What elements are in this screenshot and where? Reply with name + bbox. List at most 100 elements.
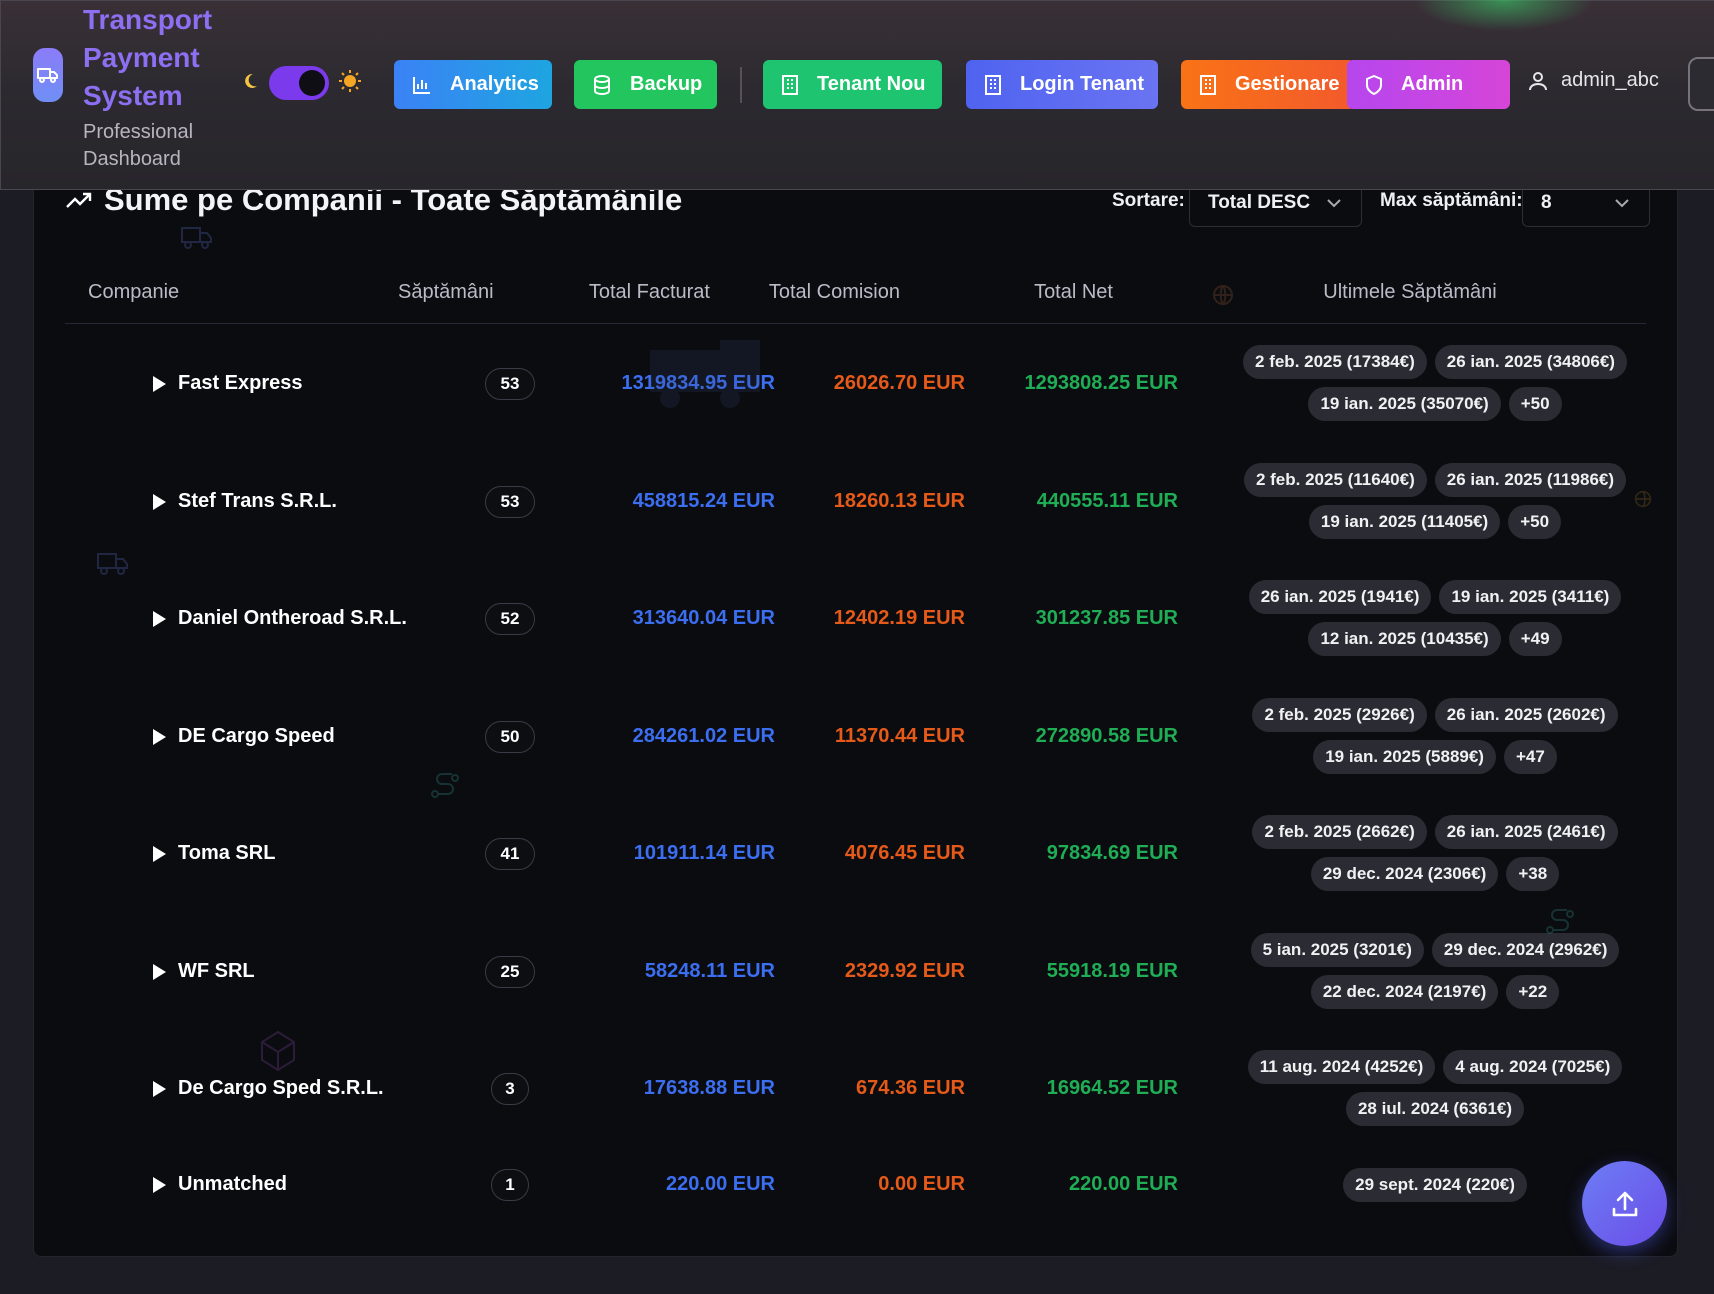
total-net: 440555.11 EUR [1036,490,1178,512]
analytics-button[interactable]: Analytics [394,60,552,109]
package-decor-icon [261,1030,295,1072]
expand-caret-icon[interactable] [153,728,166,745]
route-decor-icon [1546,909,1574,934]
col-header-weeks[interactable]: Săptămâni [398,281,494,304]
total-facturat: 220.00 EUR [666,1173,775,1195]
week-chip: 26 ian. 2025 (1941€) [1248,580,1432,614]
total-net: 97834.69 EUR [1046,842,1178,864]
total-facturat: 58248.11 EUR [644,960,775,982]
more-weeks-chip: +50 [1508,505,1562,539]
total-net: 301237.85 EUR [1035,607,1178,629]
week-chip: 26 ian. 2025 (11986€) [1434,463,1627,497]
company-cell[interactable]: Fast Express [153,372,303,395]
week-chip: 19 ian. 2025 (35070€) [1308,387,1501,421]
weeks-badge: 25 [485,956,535,988]
admin-button[interactable]: Admin [1347,60,1510,109]
brand-title-line-2: Payment [83,42,200,73]
brand-title-line-1: Transport [83,4,213,35]
total-comision: 4076.45 EUR [844,842,965,864]
company-cell[interactable]: DE Cargo Speed [153,725,335,748]
company-name: WF SRL [178,960,255,982]
weeks-badge: 1 [491,1169,529,1201]
week-chip: 12 ian. 2025 (10435€) [1308,622,1501,656]
recent-weeks-chips: 2 feb. 2025 (2662€) 26 ian. 2025 (2461€) 2… [1225,815,1645,891]
gestionare-button[interactable]: Gestionare [1181,60,1355,109]
analytics-label: Analytics [450,73,539,95]
admin-label: Admin [1401,73,1464,95]
company-cell[interactable]: Daniel Ontheroad S.R.L. [153,607,407,630]
trending-up-icon [66,192,92,208]
col-header-facturat[interactable]: Total Facturat [520,281,710,304]
weeks-badge: 53 [485,368,535,400]
total-comision: 674.36 EUR [856,1077,965,1099]
weeks-badge: 52 [485,603,535,635]
company-name: Daniel Ontheroad S.R.L. [178,607,407,629]
tenant-nou-label: Tenant Nou [817,73,926,95]
company-cell[interactable]: Unmatched [153,1173,287,1196]
moon-icon [241,72,259,95]
week-chip: 28 iul. 2024 (6361€) [1345,1092,1525,1126]
more-weeks-chip: +38 [1506,857,1560,891]
week-chip: 4 aug. 2024 (7025€) [1443,1050,1623,1084]
expand-caret-icon[interactable] [153,610,166,627]
total-net: 1293808.25 EUR [1024,372,1178,394]
upload-button[interactable] [1582,1161,1667,1246]
week-chip: 5 ian. 2025 (3201€) [1250,933,1424,967]
user-menu[interactable]: admin_abc [1529,69,1659,92]
expand-caret-icon[interactable] [153,1176,166,1193]
toggle-knob [299,70,325,96]
col-header-last-weeks: Ultimele Săptămâni [1323,281,1497,303]
expand-caret-icon[interactable] [153,375,166,392]
company-cell[interactable]: WF SRL [153,960,255,983]
col-header-company[interactable]: Companie [88,281,179,304]
recent-weeks-chips: 11 aug. 2024 (4252€) 4 aug. 2024 (7025€) 2… [1225,1050,1645,1126]
week-chip: 29 dec. 2024 (2306€) [1310,857,1499,891]
weeks-badge: 53 [485,486,535,518]
sort-label: Sortare: [1112,190,1185,211]
brand-subtitle: Professional Dashboard [83,119,243,173]
more-weeks-chip: +47 [1503,740,1557,774]
week-chip: 19 ian. 2025 (5889€) [1313,740,1496,774]
col-header-comision[interactable]: Total Comision [720,281,900,304]
login-tenant-label: Login Tenant [1020,73,1145,95]
week-chip: 29 sept. 2024 (220€) [1343,1168,1527,1202]
week-chip: 19 ian. 2025 (11405€) [1308,505,1501,539]
recent-weeks-chips: 2 feb. 2025 (17384€) 26 ian. 2025 (34806€… [1225,345,1645,421]
total-facturat: 17638.88 EUR [643,1077,775,1099]
total-comision: 11370.44 EUR [834,725,965,747]
expand-caret-icon[interactable] [153,845,166,862]
week-chip: 11 aug. 2024 (4252€) [1247,1050,1436,1084]
company-cell[interactable]: Stef Trans S.R.L. [153,490,337,513]
chevron-down-icon [1615,198,1629,207]
company-name: De Cargo Sped S.R.L. [178,1077,384,1099]
company-cell[interactable]: De Cargo Sped S.R.L. [153,1077,384,1100]
login-tenant-button[interactable]: Login Tenant [966,60,1158,109]
expand-caret-icon[interactable] [153,493,166,510]
expand-caret-icon[interactable] [153,1080,166,1097]
company-cell[interactable]: Toma SRL [153,842,275,865]
truck-decor-icon [650,340,760,408]
col-header-net[interactable]: Total Net [910,281,1113,304]
gestionare-label: Gestionare [1235,73,1340,95]
building-icon [985,74,1001,95]
tenant-nou-button[interactable]: Tenant Nou [763,60,942,109]
total-comision: 12402.19 EUR [833,607,965,629]
shield-icon [1366,74,1382,95]
total-comision: 2329.92 EUR [844,960,965,982]
week-chip: 26 ian. 2025 (2602€) [1434,698,1618,732]
backup-button[interactable]: Backup [574,60,717,109]
backup-label: Backup [630,73,703,95]
total-comision: 26026.70 EUR [833,372,965,394]
theme-switcher [241,66,361,100]
building-icon [782,74,798,95]
theme-toggle[interactable] [269,66,329,100]
week-chip: 26 ian. 2025 (2461€) [1434,815,1618,849]
week-chip: 29 dec. 2024 (2962€) [1431,933,1620,967]
expand-caret-icon[interactable] [153,963,166,980]
company-name: DE Cargo Speed [178,725,335,747]
truck-decor-icon [181,227,212,249]
more-weeks-chip: +50 [1508,387,1562,421]
notification-bell-icon[interactable] [1688,57,1714,111]
nav-separator [740,67,742,103]
company-name: Stef Trans S.R.L. [178,490,337,512]
